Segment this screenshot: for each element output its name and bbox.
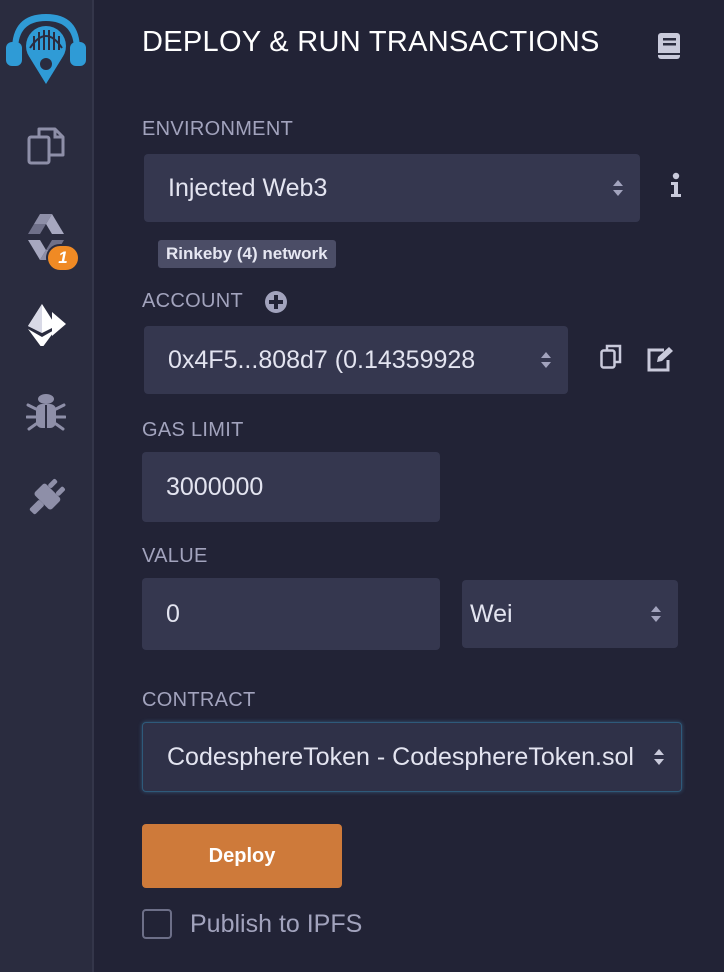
file-explorer-icon[interactable] [0,111,92,181]
value-unit: Wei [470,599,513,628]
value-unit-select[interactable]: Wei [462,580,678,648]
gas-limit-input[interactable]: 3000000 [142,452,440,522]
contract-label: CONTRACT [142,689,256,711]
contract-value: CodesphereToken - CodesphereToken.sol [167,742,634,771]
select-arrows-icon [613,180,623,196]
copy-icon[interactable] [600,344,622,375]
gas-limit-value: 3000000 [166,472,264,501]
network-badge: Rinkeby (4) network [158,240,336,268]
gas-limit-label: GAS LIMIT [142,419,244,441]
edit-icon[interactable] [646,346,674,377]
plugin-manager-icon[interactable] [0,463,92,533]
account-label: ACCOUNT [142,290,243,312]
select-arrows-icon [541,352,551,368]
select-arrows-icon [654,749,664,765]
icon-sidebar: 1 [0,0,94,972]
deploy-run-panel: DEPLOY & RUN TRANSACTIONS ENVIRONMENT In… [94,0,724,972]
environment-label: ENVIRONMENT [142,118,294,140]
panel-title: DEPLOY & RUN TRANSACTIONS [142,26,600,58]
contract-select[interactable]: CodesphereToken - CodesphereToken.sol [142,722,682,792]
remix-logo-icon[interactable] [0,6,92,90]
value-amount: 0 [166,599,180,628]
documentation-icon[interactable] [656,32,684,60]
remix-ide: 1 DEPLOY & RUN TRANSACTIONS ENVIRONMENT … [0,0,724,972]
account-select[interactable]: 0x4F5...808d7 (0.14359928 [144,326,568,394]
add-account-icon[interactable] [264,290,288,319]
value-input[interactable]: 0 [142,578,440,650]
value-label: VALUE [142,545,208,567]
publish-ipfs-checkbox[interactable] [142,909,172,939]
info-icon[interactable] [670,172,682,203]
account-value: 0x4F5...808d7 (0.14359928 [168,345,476,374]
environment-value: Injected Web3 [168,173,328,202]
debugger-icon[interactable] [0,376,92,446]
deploy-button[interactable]: Deploy [142,824,342,888]
select-arrows-icon [651,606,661,622]
environment-select[interactable]: Injected Web3 [144,154,640,222]
publish-ipfs-label: Publish to IPFS [190,910,363,938]
notification-badge: 1 [46,244,80,272]
deploy-run-icon[interactable] [0,289,92,359]
